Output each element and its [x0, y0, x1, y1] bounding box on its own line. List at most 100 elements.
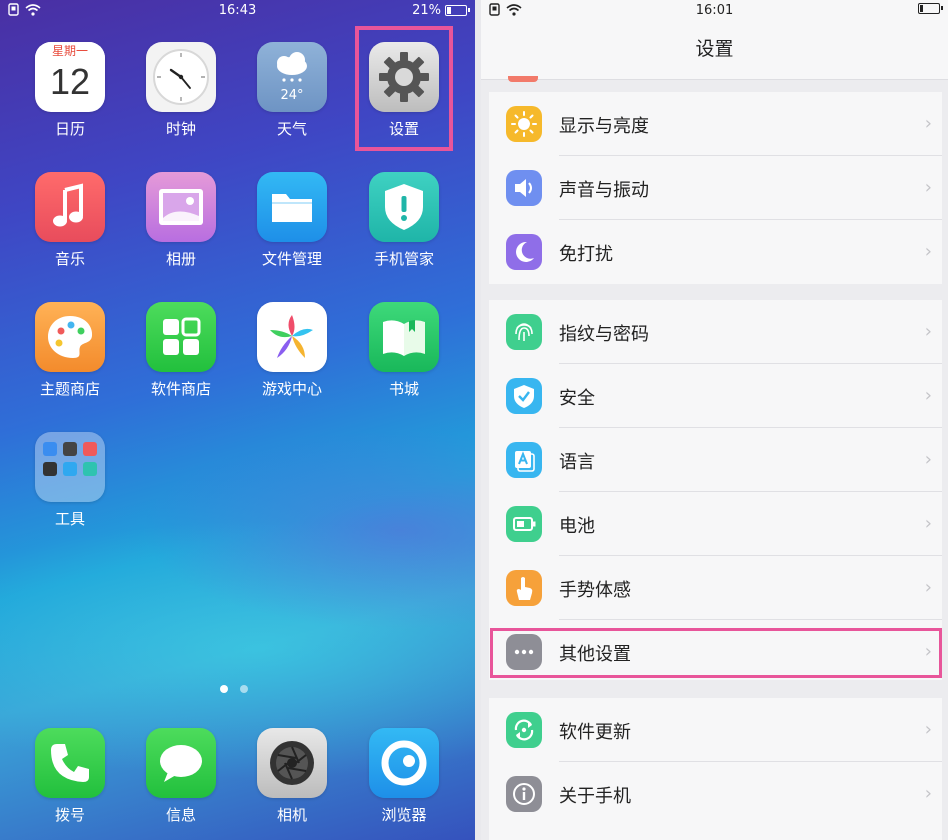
app-phone-guard[interactable]: 手机管家 — [359, 172, 449, 269]
app-tools-folder[interactable]: 工具 — [25, 432, 115, 529]
chevron-right-icon: › — [924, 783, 932, 804]
weather-icon: 24° — [257, 42, 327, 112]
app-theme-store[interactable]: 主题商店 — [25, 302, 115, 399]
language-icon — [506, 442, 542, 478]
settings-item-about[interactable]: 关于手机 › — [489, 762, 942, 826]
settings-screen: 16:01 设置 显示与亮度 › 声音与振动 › 免打扰 › 指纹与密码 › 安… — [481, 0, 948, 840]
chevron-right-icon: › — [924, 719, 932, 740]
app-game-center[interactable]: 游戏中心 — [247, 302, 337, 399]
app-label: 拨号 — [54, 806, 85, 824]
battery-percent: 21% — [412, 3, 441, 18]
app-browser[interactable]: 浏览器 — [359, 728, 449, 825]
app-music[interactable]: 音乐 — [25, 172, 115, 269]
chevron-right-icon: › — [924, 241, 932, 262]
chevron-right-icon: › — [924, 577, 932, 598]
page-dot-active[interactable] — [220, 685, 228, 693]
chevron-right-icon: › — [924, 113, 932, 134]
weather-temp: 24° — [280, 88, 304, 103]
shield-check-icon — [506, 378, 542, 414]
game-star-icon — [257, 302, 327, 372]
phone-icon — [35, 728, 105, 798]
calendar-icon: 星期一 12 — [35, 42, 105, 112]
battery-icon — [918, 3, 943, 14]
app-label: 软件商店 — [150, 380, 211, 398]
scrolled-item-edge — [508, 76, 538, 82]
battery-icon — [506, 506, 542, 542]
app-label: 主题商店 — [39, 380, 100, 398]
settings-item-label: 指纹与密码 — [559, 324, 649, 345]
settings-item-display[interactable]: 显示与亮度 › — [489, 92, 942, 156]
app-software-store[interactable]: 软件商店 — [136, 302, 226, 399]
app-label: 浏览器 — [381, 806, 427, 824]
settings-item-security[interactable]: 安全 › — [489, 364, 942, 428]
chat-bubble-icon — [146, 728, 216, 798]
app-label: 天气 — [276, 120, 307, 138]
settings-item-fingerprint[interactable]: 指纹与密码 › — [489, 300, 942, 364]
other-settings-highlight-box — [490, 628, 942, 678]
update-icon — [506, 712, 542, 748]
settings-group: 指纹与密码 › 安全 › 语言 › 电池 › 手势体感 › 其他设置 › — [489, 300, 942, 680]
settings-item-label: 安全 — [559, 388, 595, 409]
folder-icon — [257, 172, 327, 242]
settings-item-label: 语言 — [559, 452, 595, 473]
app-label: 文件管理 — [261, 250, 322, 268]
settings-item-sound[interactable]: 声音与振动 › — [489, 156, 942, 220]
moon-icon — [506, 234, 542, 270]
app-label: 时钟 — [165, 120, 196, 138]
music-note-icon — [35, 172, 105, 242]
settings-item-label: 软件更新 — [559, 722, 631, 743]
info-icon — [506, 776, 542, 812]
app-label: 书城 — [388, 380, 419, 398]
sun-icon — [506, 106, 542, 142]
app-dialer[interactable]: 拨号 — [25, 728, 115, 825]
page-dot[interactable] — [240, 685, 248, 693]
folder-grid-icon — [35, 432, 105, 502]
browser-icon — [369, 728, 439, 798]
app-album[interactable]: 相册 — [136, 172, 226, 269]
status-bar: 16:43 21% — [0, 0, 475, 22]
chevron-right-icon: › — [924, 513, 932, 534]
chevron-right-icon: › — [924, 177, 932, 198]
app-calendar[interactable]: 星期一 12 日历 — [25, 42, 115, 139]
chevron-right-icon: › — [924, 385, 932, 406]
hand-icon — [506, 570, 542, 606]
settings-group: 显示与亮度 › 声音与振动 › 免打扰 › — [489, 92, 942, 284]
app-label: 手机管家 — [373, 250, 434, 268]
settings-item-dnd[interactable]: 免打扰 › — [489, 220, 942, 284]
status-time: 16:43 — [218, 3, 257, 18]
calendar-day: 12 — [49, 61, 91, 102]
app-clock[interactable]: 时钟 — [136, 42, 226, 139]
settings-item-language[interactable]: 语言 › — [489, 428, 942, 492]
app-camera[interactable]: 相机 — [247, 728, 337, 825]
speaker-icon — [506, 170, 542, 206]
app-label: 游戏中心 — [261, 380, 322, 398]
app-files[interactable]: 文件管理 — [247, 172, 337, 269]
app-messages[interactable]: 信息 — [136, 728, 226, 825]
app-label: 相机 — [276, 806, 307, 824]
app-weather[interactable]: 24° 天气 — [247, 42, 337, 139]
clock-icon — [146, 42, 216, 112]
photo-icon — [146, 172, 216, 242]
settings-item-label: 显示与亮度 — [559, 116, 649, 137]
app-bookstore[interactable]: 书城 — [359, 302, 449, 399]
palette-icon — [35, 302, 105, 372]
page-indicator — [220, 685, 248, 693]
settings-group: 软件更新 › 关于手机 › — [489, 698, 942, 840]
book-icon — [369, 302, 439, 372]
settings-item-label: 免打扰 — [559, 244, 613, 265]
settings-highlight-box — [355, 26, 453, 151]
status-bar: 16:01 — [481, 0, 948, 22]
settings-item-label: 手势体感 — [559, 580, 631, 601]
settings-item-update[interactable]: 软件更新 › — [489, 698, 942, 762]
fingerprint-icon — [506, 314, 542, 350]
settings-item-gesture[interactable]: 手势体感 › — [489, 556, 942, 620]
camera-aperture-icon — [257, 728, 327, 798]
app-label: 工具 — [54, 510, 85, 528]
settings-item-label: 声音与振动 — [559, 180, 649, 201]
status-time: 16:01 — [695, 3, 734, 18]
page-title: 设置 — [695, 38, 734, 60]
battery-icon — [445, 5, 470, 16]
home-screen: 16:43 21% 星期一 12 日历 时钟 24° 天气 设置 音乐 相册 文… — [0, 0, 475, 840]
chevron-right-icon: › — [924, 449, 932, 470]
settings-item-battery[interactable]: 电池 › — [489, 492, 942, 556]
